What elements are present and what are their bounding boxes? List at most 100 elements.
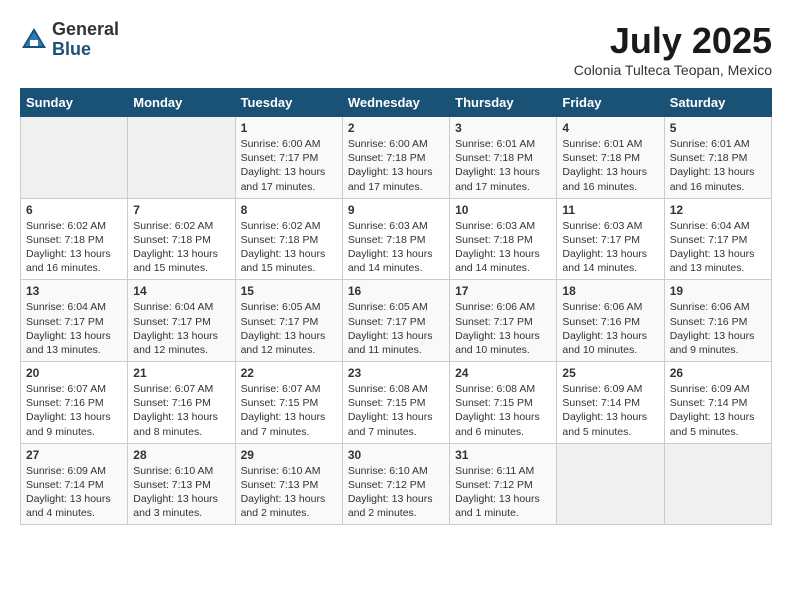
day-info: Sunrise: 6:08 AM Sunset: 7:15 PM Dayligh… [348, 382, 444, 439]
day-info: Sunrise: 6:09 AM Sunset: 7:14 PM Dayligh… [670, 382, 766, 439]
day-info: Sunrise: 6:08 AM Sunset: 7:15 PM Dayligh… [455, 382, 551, 439]
calendar-cell [557, 443, 664, 525]
day-number: 5 [670, 121, 766, 135]
calendar-cell: 14 Sunrise: 6:04 AM Sunset: 7:17 PM Dayli… [128, 280, 235, 362]
day-number: 11 [562, 203, 658, 217]
day-info: Sunrise: 6:07 AM Sunset: 7:15 PM Dayligh… [241, 382, 337, 439]
day-number: 4 [562, 121, 658, 135]
calendar-cell [128, 117, 235, 199]
day-info: Sunrise: 6:03 AM Sunset: 7:18 PM Dayligh… [348, 219, 444, 276]
calendar-cell: 12Sunrise: 6:04 AM Sunset: 7:17 PM Dayli… [664, 198, 771, 280]
logo-general-text: General [52, 20, 119, 40]
day-info: Sunrise: 6:09 AM Sunset: 7:14 PM Dayligh… [26, 464, 122, 521]
day-info: Sunrise: 6:10 AM Sunset: 7:12 PM Dayligh… [348, 464, 444, 521]
calendar-cell [664, 443, 771, 525]
day-number: 2 [348, 121, 444, 135]
day-info: Sunrise: 6:05 AM Sunset: 7:17 PM Dayligh… [241, 300, 337, 357]
location-subtitle: Colonia Tulteca Teopan, Mexico [574, 62, 772, 78]
day-number: 25 [562, 366, 658, 380]
month-title: July 2025 [574, 20, 772, 62]
logo-icon [20, 26, 48, 54]
calendar-cell: 29Sunrise: 6:10 AM Sunset: 7:13 PM Dayli… [235, 443, 342, 525]
calendar-cell: 16 Sunrise: 6:05 AM Sunset: 7:17 PM Dayli… [342, 280, 449, 362]
day-info: Sunrise: 6:02 AM Sunset: 7:18 PM Dayligh… [133, 219, 229, 276]
calendar-cell: 31 Sunrise: 6:11 AM Sunset: 7:12 PM Dayli… [450, 443, 557, 525]
day-number: 19 [670, 284, 766, 298]
calendar-header: SundayMondayTuesdayWednesdayThursdayFrid… [21, 89, 772, 117]
day-number: 16 [348, 284, 444, 298]
calendar-cell: 3 Sunrise: 6:01 AM Sunset: 7:18 PM Daylig… [450, 117, 557, 199]
calendar-cell: 27 Sunrise: 6:09 AM Sunset: 7:14 PM Dayli… [21, 443, 128, 525]
day-info: Sunrise: 6:07 AM Sunset: 7:16 PM Dayligh… [26, 382, 122, 439]
day-number: 6 [26, 203, 122, 217]
day-info: Sunrise: 6:04 AM Sunset: 7:17 PM Dayligh… [26, 300, 122, 357]
day-number: 10 [455, 203, 551, 217]
day-info: Sunrise: 6:00 AM Sunset: 7:17 PM Dayligh… [241, 137, 337, 194]
day-number: 7 [133, 203, 229, 217]
calendar-table: SundayMondayTuesdayWednesdayThursdayFrid… [20, 88, 772, 525]
day-info: Sunrise: 6:03 AM Sunset: 7:18 PM Dayligh… [455, 219, 551, 276]
calendar-cell: 19 Sunrise: 6:06 AM Sunset: 7:16 PM Dayli… [664, 280, 771, 362]
day-info: Sunrise: 6:02 AM Sunset: 7:18 PM Dayligh… [241, 219, 337, 276]
day-info: Sunrise: 6:07 AM Sunset: 7:16 PM Dayligh… [133, 382, 229, 439]
day-number: 14 [133, 284, 229, 298]
day-info: Sunrise: 6:01 AM Sunset: 7:18 PM Dayligh… [455, 137, 551, 194]
day-info: Sunrise: 6:04 AM Sunset: 7:17 PM Dayligh… [133, 300, 229, 357]
calendar-cell: 26 Sunrise: 6:09 AM Sunset: 7:14 PM Dayli… [664, 362, 771, 444]
calendar-cell: 25 Sunrise: 6:09 AM Sunset: 7:14 PM Dayli… [557, 362, 664, 444]
day-number: 18 [562, 284, 658, 298]
day-info: Sunrise: 6:05 AM Sunset: 7:17 PM Dayligh… [348, 300, 444, 357]
days-of-week-row: SundayMondayTuesdayWednesdayThursdayFrid… [21, 89, 772, 117]
day-info: Sunrise: 6:09 AM Sunset: 7:14 PM Dayligh… [562, 382, 658, 439]
day-header-saturday: Saturday [664, 89, 771, 117]
day-number: 31 [455, 448, 551, 462]
calendar-cell: 2 Sunrise: 6:00 AM Sunset: 7:18 PM Daylig… [342, 117, 449, 199]
title-block: July 2025 Colonia Tulteca Teopan, Mexico [574, 20, 772, 78]
calendar-week-row: 20Sunrise: 6:07 AM Sunset: 7:16 PM Dayli… [21, 362, 772, 444]
calendar-cell: 18 Sunrise: 6:06 AM Sunset: 7:16 PM Dayli… [557, 280, 664, 362]
calendar-cell: 11 Sunrise: 6:03 AM Sunset: 7:17 PM Dayli… [557, 198, 664, 280]
calendar-week-row: 27 Sunrise: 6:09 AM Sunset: 7:14 PM Dayli… [21, 443, 772, 525]
day-info: Sunrise: 6:06 AM Sunset: 7:16 PM Dayligh… [670, 300, 766, 357]
calendar-cell: 4 Sunrise: 6:01 AM Sunset: 7:18 PM Daylig… [557, 117, 664, 199]
day-header-thursday: Thursday [450, 89, 557, 117]
calendar-cell [21, 117, 128, 199]
calendar-cell: 22 Sunrise: 6:07 AM Sunset: 7:15 PM Dayli… [235, 362, 342, 444]
day-header-friday: Friday [557, 89, 664, 117]
day-info: Sunrise: 6:01 AM Sunset: 7:18 PM Dayligh… [562, 137, 658, 194]
day-info: Sunrise: 6:10 AM Sunset: 7:13 PM Dayligh… [241, 464, 337, 521]
calendar-cell: 23Sunrise: 6:08 AM Sunset: 7:15 PM Dayli… [342, 362, 449, 444]
calendar-cell: 5 Sunrise: 6:01 AM Sunset: 7:18 PM Daylig… [664, 117, 771, 199]
day-info: Sunrise: 6:06 AM Sunset: 7:17 PM Dayligh… [455, 300, 551, 357]
page-header: General Blue July 2025 Colonia Tulteca T… [20, 20, 772, 78]
day-number: 24 [455, 366, 551, 380]
day-number: 8 [241, 203, 337, 217]
day-number: 26 [670, 366, 766, 380]
day-number: 17 [455, 284, 551, 298]
day-number: 9 [348, 203, 444, 217]
calendar-cell: 6 Sunrise: 6:02 AM Sunset: 7:18 PM Daylig… [21, 198, 128, 280]
day-info: Sunrise: 6:11 AM Sunset: 7:12 PM Dayligh… [455, 464, 551, 521]
day-info: Sunrise: 6:03 AM Sunset: 7:17 PM Dayligh… [562, 219, 658, 276]
day-info: Sunrise: 6:06 AM Sunset: 7:16 PM Dayligh… [562, 300, 658, 357]
calendar-cell: 1Sunrise: 6:00 AM Sunset: 7:17 PM Daylig… [235, 117, 342, 199]
day-number: 30 [348, 448, 444, 462]
day-number: 13 [26, 284, 122, 298]
day-info: Sunrise: 6:00 AM Sunset: 7:18 PM Dayligh… [348, 137, 444, 194]
calendar-cell: 8 Sunrise: 6:02 AM Sunset: 7:18 PM Daylig… [235, 198, 342, 280]
calendar-week-row: 1Sunrise: 6:00 AM Sunset: 7:17 PM Daylig… [21, 117, 772, 199]
day-info: Sunrise: 6:04 AM Sunset: 7:17 PM Dayligh… [670, 219, 766, 276]
calendar-cell: 21Sunrise: 6:07 AM Sunset: 7:16 PM Dayli… [128, 362, 235, 444]
calendar-cell: 20Sunrise: 6:07 AM Sunset: 7:16 PM Dayli… [21, 362, 128, 444]
day-header-tuesday: Tuesday [235, 89, 342, 117]
day-number: 22 [241, 366, 337, 380]
day-header-monday: Monday [128, 89, 235, 117]
day-info: Sunrise: 6:02 AM Sunset: 7:18 PM Dayligh… [26, 219, 122, 276]
calendar-cell: 13 Sunrise: 6:04 AM Sunset: 7:17 PM Dayli… [21, 280, 128, 362]
calendar-cell: 24 Sunrise: 6:08 AM Sunset: 7:15 PM Dayli… [450, 362, 557, 444]
calendar-cell: 10 Sunrise: 6:03 AM Sunset: 7:18 PM Dayli… [450, 198, 557, 280]
day-number: 27 [26, 448, 122, 462]
day-number: 3 [455, 121, 551, 135]
day-info: Sunrise: 6:01 AM Sunset: 7:18 PM Dayligh… [670, 137, 766, 194]
calendar-cell: 9 Sunrise: 6:03 AM Sunset: 7:18 PM Daylig… [342, 198, 449, 280]
